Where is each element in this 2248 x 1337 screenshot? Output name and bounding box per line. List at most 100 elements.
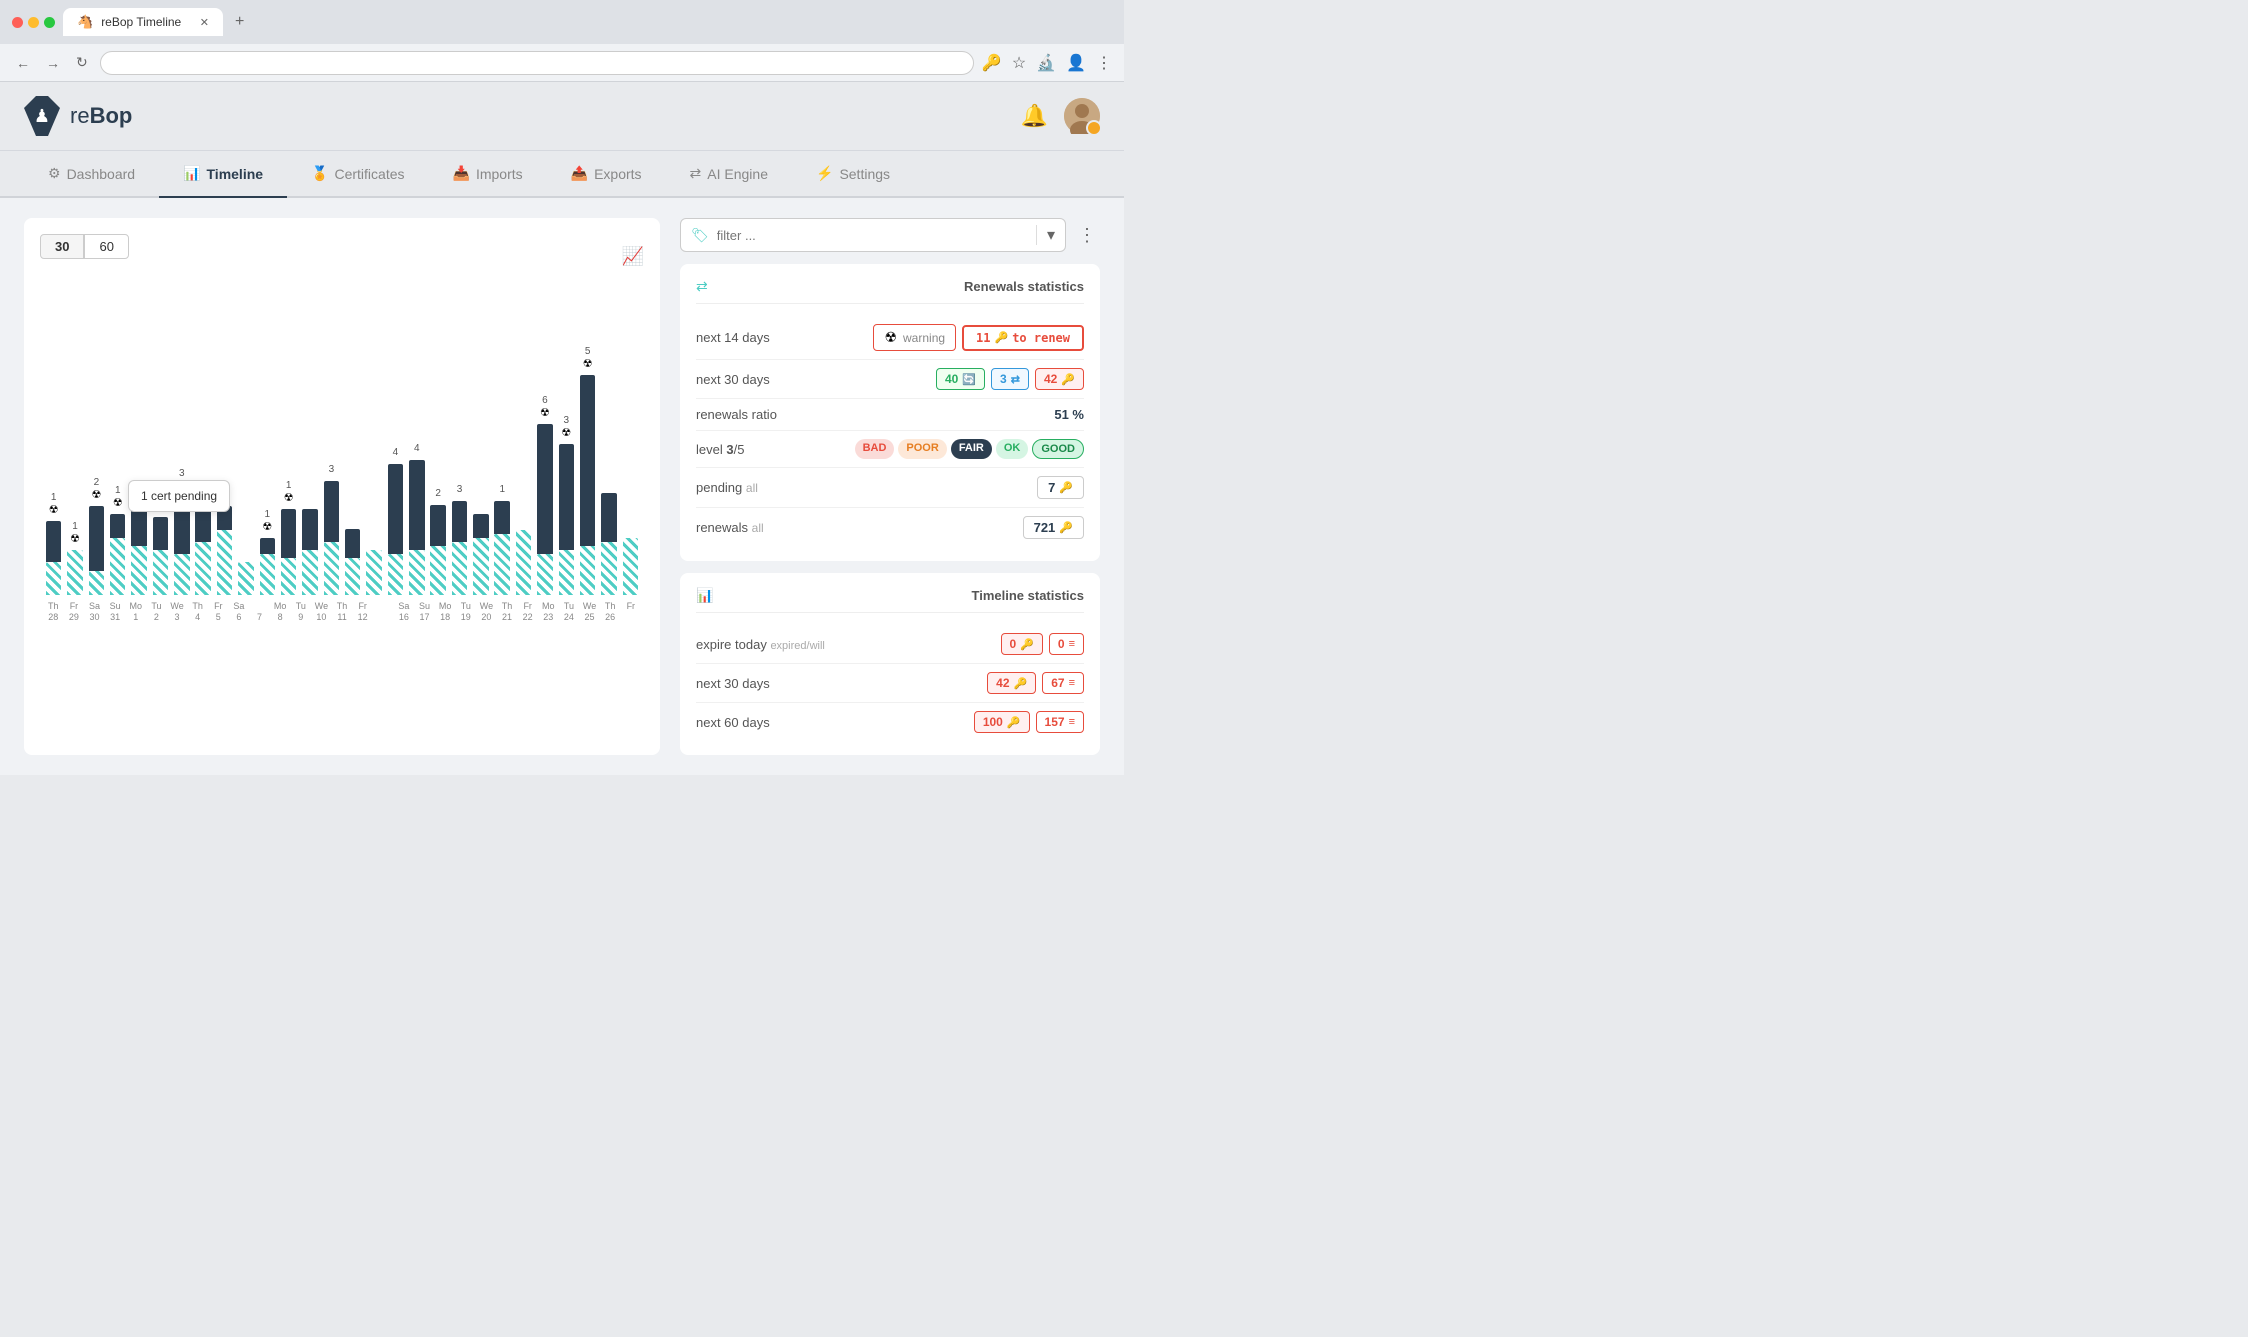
tooltip-text: 1 cert pending	[141, 489, 217, 503]
bar-group-2: ☢2	[87, 375, 106, 595]
tl-val2: 67	[1051, 676, 1064, 690]
bar-hatched-20	[473, 538, 488, 595]
menu-icon[interactable]: ⋮	[1096, 53, 1112, 73]
pending-box[interactable]: 7 🔑	[1037, 476, 1084, 499]
exports-icon: 📤	[571, 165, 588, 182]
x-label-15: Fr12	[353, 601, 372, 623]
back-button[interactable]: ←	[12, 51, 34, 75]
renewals-stats-card: ⇄ Renewals statistics next 14 days ☢ war…	[680, 264, 1100, 561]
bar-group-17: 4	[407, 375, 426, 595]
bar-group-19: 3	[450, 375, 469, 595]
stat-row-renewals: renewals all 721 🔑	[696, 508, 1084, 547]
x-label-26: We25	[580, 601, 599, 623]
nav-settings[interactable]: ⚡ Settings	[792, 151, 914, 198]
bar-hatched-10	[260, 554, 275, 595]
bar-label-3: 1	[115, 485, 121, 496]
tl-icon1: 🔑	[1014, 677, 1028, 690]
address-bar[interactable]	[100, 51, 974, 75]
nav-dashboard[interactable]: ⚙ Dashboard	[24, 151, 159, 198]
timeline-icon: 📊	[183, 165, 200, 182]
nav-timeline-label: Timeline	[207, 166, 264, 182]
x-label-20: Tu19	[457, 601, 476, 623]
maximize-dot[interactable]	[44, 17, 55, 28]
bar-hatched-11	[281, 558, 296, 595]
nav-exports[interactable]: 📤 Exports	[547, 151, 666, 198]
bar-solid-3	[110, 514, 125, 538]
bar-label-17: 4	[414, 443, 420, 454]
account-icon[interactable]: 👤	[1066, 53, 1086, 73]
bar-hatched-27	[623, 538, 638, 595]
filter-chevron-icon[interactable]: ▾	[1036, 225, 1055, 245]
app-container: ♟ reBop 🔔	[0, 82, 1124, 775]
x-label-6: We3	[168, 601, 187, 623]
bar-group-0: ☢1	[44, 375, 63, 595]
bar-icon-0: ☢	[49, 503, 59, 516]
badge-tl-67: 67 ≡	[1042, 672, 1084, 694]
badge-3-icon: ⇄	[1011, 373, 1020, 386]
chart-period-controls: 30 60	[40, 234, 129, 259]
tl-val4: 157	[1045, 715, 1065, 729]
browser-tab[interactable]: 🐴 reBop Timeline ✕	[63, 8, 223, 36]
imports-icon: 📥	[453, 165, 470, 182]
x-label-17: Sa16	[395, 601, 414, 623]
bar-hatched-14	[345, 558, 360, 595]
user-avatar[interactable]	[1064, 98, 1100, 134]
nav-ai-label: AI Engine	[707, 166, 768, 182]
bar-solid-11	[281, 509, 296, 558]
period-30-button[interactable]: 30	[40, 234, 84, 259]
nav-imports[interactable]: 📥 Imports	[429, 151, 547, 198]
lab-icon[interactable]: 🔬	[1036, 53, 1056, 73]
x-label-2: Sa30	[85, 601, 104, 623]
refresh-button[interactable]: ↻	[72, 50, 92, 75]
level-num: 3	[726, 442, 733, 457]
bar-solid-24	[559, 444, 574, 550]
stat-label-expire-today: expire today expired/will	[696, 637, 825, 652]
close-dot[interactable]	[12, 17, 23, 28]
forward-button[interactable]: →	[42, 51, 64, 75]
filter-input[interactable]	[717, 228, 1028, 243]
notification-bell[interactable]: 🔔	[1021, 103, 1048, 129]
nav-exports-label: Exports	[594, 166, 641, 182]
x-label-0: Th28	[44, 601, 63, 623]
bar-group-15	[364, 375, 383, 595]
minimize-dot[interactable]	[28, 17, 39, 28]
new-tab-button[interactable]: +	[235, 13, 244, 31]
bar-hatched-22	[516, 530, 531, 595]
period-60-button[interactable]: 60	[84, 234, 128, 259]
bar-label-24: 3	[564, 415, 570, 426]
x-label-8: Fr5	[209, 601, 228, 623]
bar-solid-16	[388, 464, 403, 554]
level-total: /5	[734, 442, 745, 457]
expire-val2: 0	[1058, 637, 1065, 651]
tab-close-button[interactable]: ✕	[200, 16, 209, 29]
stat-label-renewals: renewals all	[696, 520, 764, 535]
bar-hatched-18	[430, 546, 445, 595]
x-label-23: Fr22	[518, 601, 537, 623]
chart-area: 30 60 📈 ☢1☢1☢2☢11☢3☢1☢1344231☢6☢3☢5 1 ce…	[24, 218, 660, 755]
x-label-7: Th4	[188, 601, 207, 623]
renewals-stats-header: ⇄ Renewals statistics	[696, 278, 1084, 304]
renewals-icon: 🔑	[1059, 521, 1073, 534]
brand-name: reBop	[70, 103, 132, 129]
bar-hatched-23	[537, 554, 552, 595]
level-fair: FAIR	[951, 439, 992, 459]
tl-val3: 100	[983, 715, 1003, 729]
bar-group-27	[621, 375, 640, 595]
bar-hatched-25	[580, 546, 595, 595]
bar-hatched-0	[46, 562, 61, 595]
bar-hatched-8	[217, 530, 232, 595]
timeline-stats-icon: 📊	[696, 587, 713, 604]
bar-hatched-6	[174, 554, 189, 595]
browser-toolbar-icons: 🔑 ☆ 🔬 👤 ⋮	[982, 53, 1112, 73]
renewals-box[interactable]: 721 🔑	[1023, 516, 1084, 539]
bar-group-26	[599, 375, 618, 595]
filter-more-button[interactable]: ⋮	[1074, 221, 1100, 250]
star-icon[interactable]: ☆	[1012, 53, 1026, 73]
chart-toggle-icon[interactable]: 📈	[622, 246, 644, 267]
nav-timeline[interactable]: 📊 Timeline	[159, 151, 287, 198]
expire-icon1: 🔑	[1020, 638, 1034, 651]
nav-certificates[interactable]: 🏅 Certificates	[287, 151, 428, 198]
stat-row-30days: next 30 days 40 🔄 3 ⇄ 42	[696, 360, 1084, 399]
badge-40-val: 40	[945, 372, 958, 386]
nav-ai-engine[interactable]: ⇄ AI Engine	[666, 151, 792, 198]
